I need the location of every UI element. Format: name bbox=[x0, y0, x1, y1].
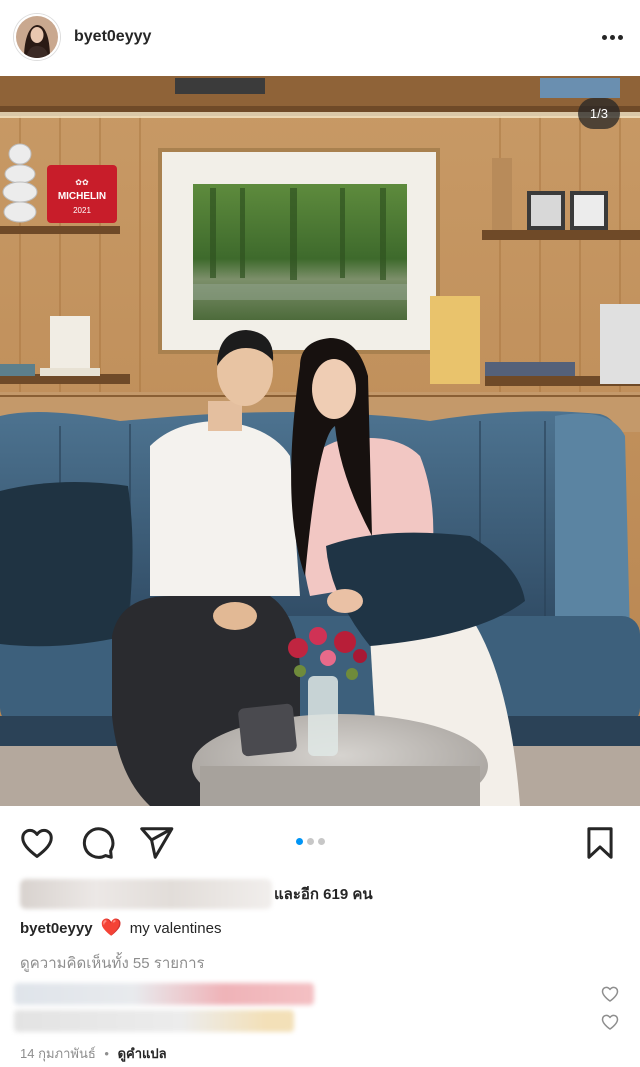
likes-count: และอีก 619 คน bbox=[274, 886, 373, 903]
michelin-sign-text: MICHELIN bbox=[58, 191, 106, 202]
carousel-indicator bbox=[296, 838, 325, 845]
image-counter: 1/3 bbox=[577, 98, 620, 129]
caption: byet0eyyy ❤️ my valentines bbox=[20, 918, 221, 938]
caption-text: my valentines bbox=[129, 919, 222, 937]
more-options-icon[interactable] bbox=[598, 23, 626, 51]
comment-like-heart-icon[interactable] bbox=[600, 1012, 620, 1032]
post-header: byet0eyyy bbox=[0, 0, 640, 74]
post-footer: 14 กุมภาพันธ์ • ดูคำแปล bbox=[20, 1043, 167, 1064]
comment-bubble-icon[interactable] bbox=[78, 824, 116, 862]
bookmark-icon[interactable] bbox=[581, 824, 619, 862]
paper-plane-icon[interactable] bbox=[137, 824, 175, 862]
view-all-comments-link[interactable]: ดูความคิดเห็นทั้ง 55 รายการ bbox=[20, 951, 205, 975]
redacted-comment bbox=[14, 983, 314, 1005]
avatar[interactable] bbox=[14, 14, 60, 60]
carousel-dot bbox=[307, 838, 314, 845]
michelin-sign-year: 2021 bbox=[73, 206, 91, 215]
action-bar bbox=[0, 820, 640, 866]
post-image[interactable]: ✿✿ MICHELIN 2021 1/3 bbox=[0, 76, 640, 806]
svg-text:✿✿: ✿✿ bbox=[75, 178, 89, 187]
redacted-likers bbox=[20, 879, 272, 909]
red-heart-emoji: ❤️ bbox=[100, 918, 122, 937]
caption-username[interactable]: byet0eyyy bbox=[20, 920, 93, 937]
carousel-dot-active bbox=[296, 838, 303, 845]
see-translation-link[interactable]: ดูคำแปล bbox=[118, 1046, 167, 1061]
redacted-comment bbox=[14, 1010, 294, 1032]
carousel-dot bbox=[318, 838, 325, 845]
footer-separator: • bbox=[104, 1046, 109, 1061]
comment-like-heart-icon[interactable] bbox=[600, 984, 620, 1004]
header-username[interactable]: byet0eyyy bbox=[74, 28, 151, 46]
heart-outline-icon[interactable] bbox=[18, 824, 56, 862]
post-date: 14 กุมภาพันธ์ bbox=[20, 1046, 96, 1061]
likes-row[interactable]: และอีก 619 คน bbox=[20, 878, 440, 910]
